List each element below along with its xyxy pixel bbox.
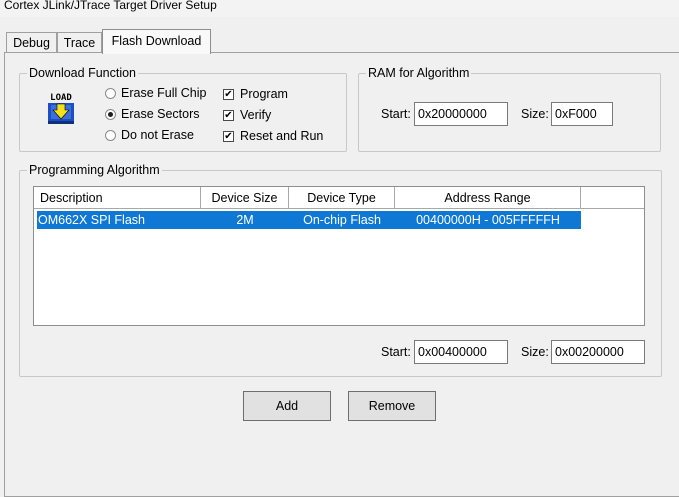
erase-full-chip-radio[interactable] (105, 88, 116, 99)
column-header-address-range[interactable]: Address Range (395, 187, 581, 209)
algo-size-input[interactable]: 0x00200000 (551, 340, 645, 364)
add-button[interactable]: Add (243, 391, 331, 421)
ram-size-input[interactable]: 0xF000 (551, 102, 613, 126)
window-title: Cortex JLink/JTrace Target Driver Setup (4, 0, 217, 12)
ram-size-label: Size: (521, 107, 549, 121)
remove-button[interactable]: Remove (348, 391, 436, 421)
row-device-size: 2M (236, 213, 254, 227)
tab-debug[interactable]: Debug (6, 32, 57, 53)
tab-trace[interactable]: Trace (57, 32, 102, 53)
column-header-device-size[interactable]: Device Size (201, 187, 289, 209)
column-header-description[interactable]: Description (34, 187, 201, 209)
reset-and-run-label: Reset and Run (240, 129, 324, 143)
ram-for-algorithm-legend: RAM for Algorithm (366, 66, 472, 80)
program-label: Program (240, 87, 288, 101)
do-not-erase-label: Do not Erase (121, 128, 194, 142)
row-address-range: 00400000H - 005FFFFFH (416, 213, 560, 227)
column-header-filler (581, 187, 644, 209)
window-title-bar: Cortex JLink/JTrace Target Driver Setup (0, 0, 679, 17)
erase-sectors-label: Erase Sectors (121, 107, 200, 121)
tab-flash-download[interactable]: Flash Download (102, 29, 211, 54)
program-checkbox[interactable]: ✔ (223, 89, 234, 100)
algo-start-input[interactable]: 0x00400000 (414, 340, 508, 364)
ram-start-label: Start: (381, 107, 411, 121)
tab-debug-label: Debug (13, 36, 50, 50)
do-not-erase-radio[interactable] (105, 130, 116, 141)
load-icon-text: LOAD (50, 93, 72, 103)
algo-start-label: Start: (381, 345, 411, 359)
tab-flash-download-label: Flash Download (111, 34, 202, 48)
row-device-type: On-chip Flash (303, 213, 381, 227)
verify-label: Verify (240, 108, 272, 122)
algo-size-label: Size: (521, 345, 549, 359)
table-row[interactable]: OM662X SPI Flash 2M On-chip Flash 004000… (37, 211, 581, 229)
row-description: OM662X SPI Flash (38, 213, 145, 227)
tab-trace-label: Trace (63, 36, 96, 50)
erase-full-chip-label: Erase Full Chip (121, 86, 207, 100)
download-function-legend: Download Function (27, 66, 139, 80)
reset-and-run-checkbox[interactable]: ✔ (223, 131, 234, 142)
ram-start-input[interactable]: 0x20000000 (414, 102, 508, 126)
erase-sectors-radio[interactable] (105, 109, 116, 120)
verify-checkbox[interactable]: ✔ (223, 110, 234, 121)
algorithm-list[interactable]: Description Device Size Device Type Addr… (33, 186, 645, 326)
column-header-device-type[interactable]: Device Type (289, 187, 395, 209)
programming-algorithm-legend: Programming Algorithm (27, 163, 162, 177)
load-icon: LOAD (48, 93, 74, 124)
